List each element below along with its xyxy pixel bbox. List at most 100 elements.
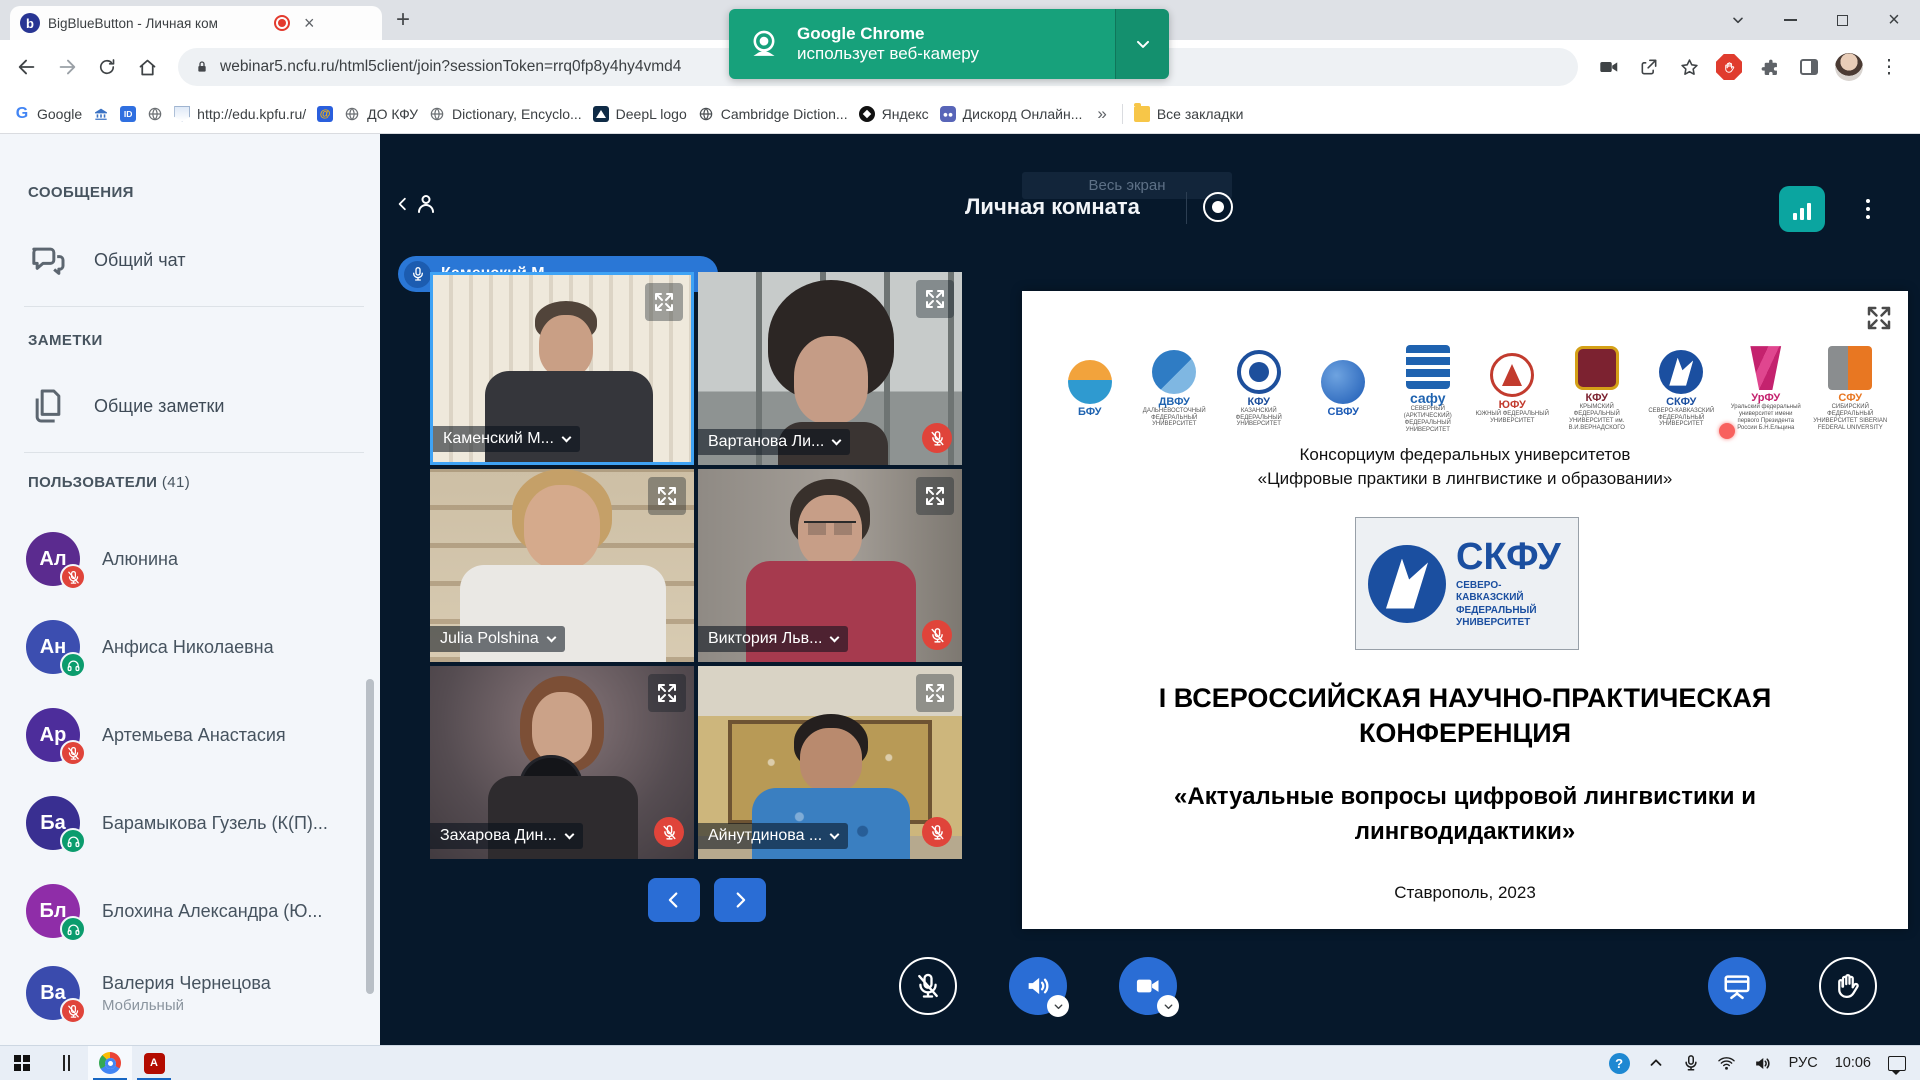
user-list-item[interactable]: Ан Анфиса Николаевна xyxy=(26,620,274,674)
camera-in-use-icon[interactable] xyxy=(1592,50,1626,84)
bookmarks-bar: GGoogle ID http://edu.kpfu.ru/ @ ДО КФУ … xyxy=(0,94,1920,134)
chevron-down-icon xyxy=(546,632,556,642)
sidebar-scrollbar[interactable] xyxy=(366,679,374,994)
bookmark-id[interactable]: ID xyxy=(120,106,136,122)
user-list-item[interactable]: Ва Валерия Чернецова Мобильный xyxy=(26,966,271,1020)
extensions-puzzle-icon[interactable] xyxy=(1752,50,1786,84)
taskbar-acrobat[interactable]: A xyxy=(132,1046,176,1080)
back-icon[interactable] xyxy=(10,50,44,84)
video-tile[interactable]: Виктория Льв... xyxy=(698,469,962,662)
video-tile[interactable]: Каменский М... xyxy=(430,272,694,465)
help-tray-icon[interactable]: ? xyxy=(1609,1053,1630,1074)
video-tile[interactable]: Julia Polshina xyxy=(430,469,694,662)
bookmark-star-icon[interactable] xyxy=(1672,50,1706,84)
window-minimize-button[interactable] xyxy=(1764,0,1816,40)
tab-search-chevron-icon[interactable] xyxy=(1712,0,1764,40)
tray-network-icon[interactable] xyxy=(1717,1054,1736,1073)
presentation-fullscreen-icon[interactable] xyxy=(1864,303,1894,333)
header-divider xyxy=(1186,192,1187,224)
bookmark-bank[interactable] xyxy=(93,106,109,122)
video-tile[interactable]: Вартанова Ли... xyxy=(698,272,962,465)
laser-pointer-dot xyxy=(1719,423,1735,439)
audio-options-chevron[interactable] xyxy=(1047,995,1069,1017)
toast-expand-chevron[interactable] xyxy=(1115,9,1169,79)
participant-name[interactable]: Виктория Льв... xyxy=(698,626,848,652)
public-chat-item[interactable]: Общий чат xyxy=(28,240,185,280)
tile-fullscreen-icon[interactable] xyxy=(916,280,954,318)
bookmark-deepl[interactable]: DeepL logo xyxy=(593,106,687,122)
bookmark-globe[interactable] xyxy=(147,106,163,122)
user-list-item[interactable]: Ал Алюнина xyxy=(26,532,178,586)
tray-volume-icon[interactable] xyxy=(1753,1054,1772,1073)
profile-avatar[interactable] xyxy=(1832,50,1866,84)
options-menu-icon[interactable] xyxy=(1858,186,1878,232)
video-tile[interactable]: Айнутдинова ... xyxy=(698,666,962,859)
new-tab-button[interactable]: + xyxy=(396,6,410,34)
user-list-item[interactable]: Бл Блохина Александра (Ю... xyxy=(26,884,322,938)
logo-yufu: ЮФУЮЖНЫЙ ФЕДЕРАЛЬНЫЙ УНИВЕРСИТЕТ xyxy=(1475,353,1551,425)
participant-name[interactable]: Каменский М... xyxy=(433,426,580,452)
tile-fullscreen-icon[interactable] xyxy=(648,477,686,515)
participant-name[interactable]: Вартанова Ли... xyxy=(698,429,850,455)
presentation-slide[interactable]: БФУ ДВФУДАЛЬНЕВОСТОЧНЫЙ ФЕДЕРАЛЬНЫЙ УНИВ… xyxy=(1022,291,1908,929)
notes-header: ЗАМЕТКИ xyxy=(28,332,103,349)
webcam-button[interactable] xyxy=(1119,957,1177,1015)
raise-hand-button[interactable] xyxy=(1819,957,1877,1015)
tile-fullscreen-icon[interactable] xyxy=(916,674,954,712)
bookmark-mailru[interactable]: @ xyxy=(317,106,333,122)
mute-button[interactable] xyxy=(899,957,957,1015)
tile-fullscreen-icon[interactable] xyxy=(916,477,954,515)
tile-fullscreen-icon[interactable] xyxy=(645,283,683,321)
window-maximize-button[interactable] xyxy=(1816,0,1868,40)
bookmarks-overflow-chevron[interactable]: » xyxy=(1093,104,1110,124)
bookmark-discord[interactable]: Дискорд Онлайн... xyxy=(940,106,1083,122)
audio-button[interactable] xyxy=(1009,957,1067,1015)
bookmark-do-kfu[interactable]: ДО КФУ xyxy=(344,106,418,122)
logo-svfu: СВФУ xyxy=(1306,360,1382,418)
restore-presentation-button[interactable] xyxy=(1708,957,1766,1015)
hidden-icons-chevron[interactable] xyxy=(1647,1054,1665,1072)
globe-icon xyxy=(429,106,445,122)
user-list-item[interactable]: Ба Барамыкова Гузель (К(П)... xyxy=(26,796,328,850)
side-panel-icon[interactable] xyxy=(1792,50,1826,84)
tab-close-icon[interactable]: × xyxy=(304,14,315,32)
forward-icon[interactable] xyxy=(50,50,84,84)
task-view-button[interactable] xyxy=(44,1046,88,1080)
taskbar-chrome[interactable] xyxy=(88,1046,132,1080)
shared-notes-item[interactable]: Общие заметки xyxy=(28,386,224,426)
yandex-icon xyxy=(859,106,875,122)
tile-fullscreen-icon[interactable] xyxy=(648,674,686,712)
browser-tab[interactable]: b BigBlueButton - Личная ком × xyxy=(10,6,382,40)
video-prev-page-button[interactable] xyxy=(648,878,700,922)
language-indicator[interactable]: РУС xyxy=(1789,1055,1818,1071)
video-next-page-button[interactable] xyxy=(714,878,766,922)
action-center-icon[interactable] xyxy=(1888,1056,1906,1071)
reload-icon[interactable] xyxy=(90,50,124,84)
bookmark-google[interactable]: GGoogle xyxy=(14,106,82,122)
participant-name[interactable]: Захарова Дин... xyxy=(430,823,583,849)
tray-mic-icon[interactable] xyxy=(1682,1054,1700,1072)
muted-mic-icon xyxy=(60,564,86,590)
share-icon[interactable] xyxy=(1632,50,1666,84)
user-list-item[interactable]: Ар Артемьева Анастасия xyxy=(26,708,286,762)
logo-sfu: СФУСИБИРСКИЙ ФЕДЕРАЛЬНЫЙ УНИВЕРСИТЕТ SIB… xyxy=(1813,346,1889,432)
window-close-button[interactable]: × xyxy=(1868,0,1920,40)
bookmark-kpfu[interactable]: http://edu.kpfu.ru/ xyxy=(174,106,306,122)
all-bookmarks-folder[interactable]: Все закладки xyxy=(1134,106,1244,122)
video-tile[interactable]: Захарова Дин... xyxy=(430,666,694,859)
toggle-userlist-button[interactable] xyxy=(394,192,438,216)
bookmark-yandex[interactable]: Яндекс xyxy=(859,106,929,122)
participant-name[interactable]: Айнутдинова ... xyxy=(698,823,848,849)
home-icon[interactable] xyxy=(130,50,164,84)
start-button[interactable] xyxy=(0,1046,44,1080)
clock[interactable]: 10:06 xyxy=(1835,1055,1871,1071)
adblock-extension-icon[interactable] xyxy=(1712,50,1746,84)
webcam-options-chevron[interactable] xyxy=(1157,995,1179,1017)
record-button[interactable] xyxy=(1203,192,1233,222)
bookmark-dictionary[interactable]: Dictionary, Encyclo... xyxy=(429,106,582,122)
webcam-usage-toast[interactable]: Google Chrome использует веб-камеру xyxy=(729,9,1169,79)
browser-menu-icon[interactable]: ⋮ xyxy=(1872,50,1906,84)
participant-name[interactable]: Julia Polshina xyxy=(430,626,565,652)
bookmark-cambridge[interactable]: Cambridge Diction... xyxy=(698,106,848,122)
connection-status-icon[interactable] xyxy=(1779,186,1825,232)
